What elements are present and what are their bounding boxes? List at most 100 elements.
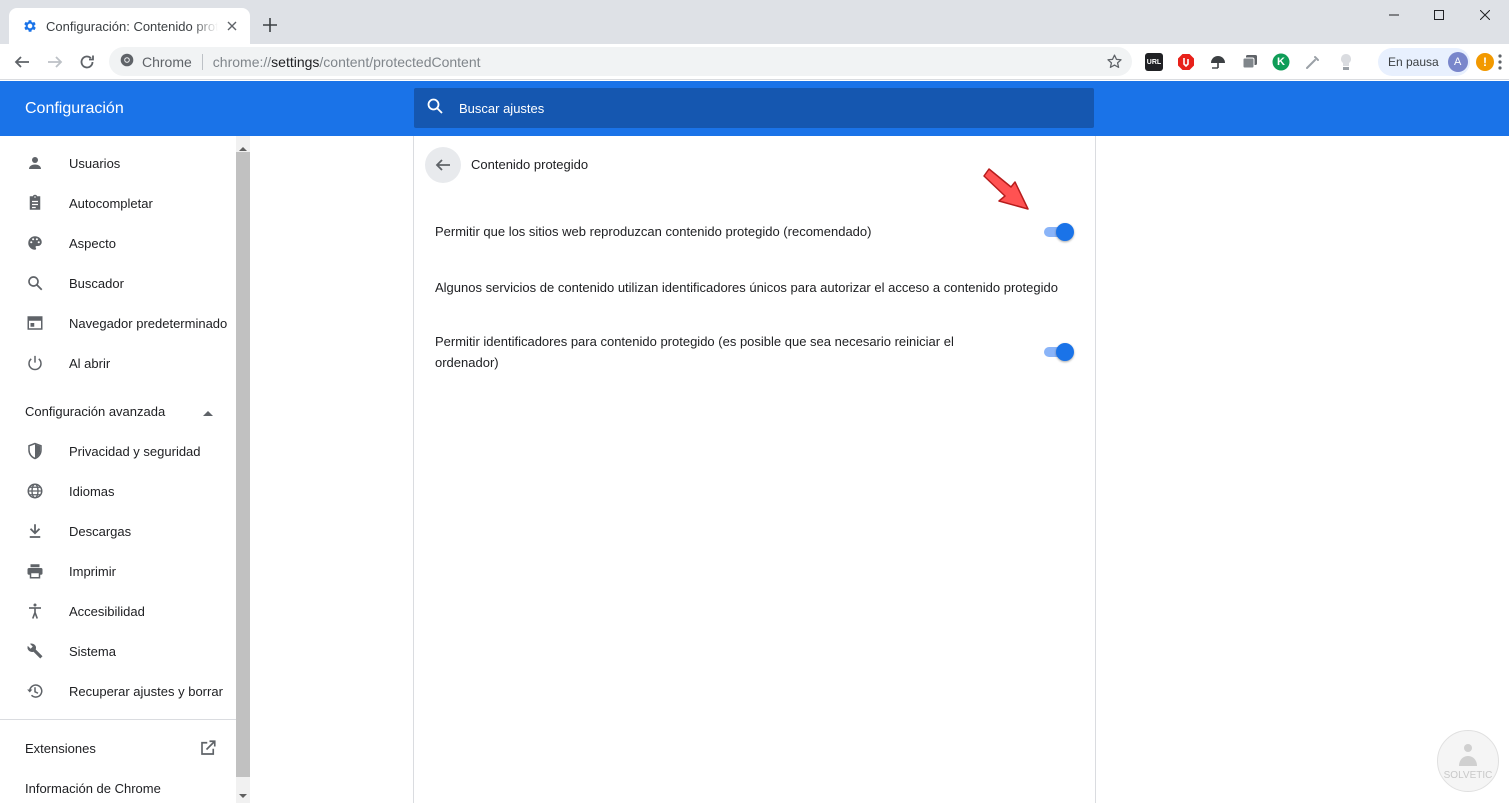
bookmark-star-icon[interactable] xyxy=(1106,53,1123,70)
power-icon xyxy=(25,353,45,373)
sidebar-item-autofill[interactable]: Autocompletar xyxy=(0,183,236,223)
sidebar-item-print[interactable]: Imprimir xyxy=(0,551,236,591)
sidebar-item-label: Idiomas xyxy=(69,483,115,499)
maximize-button[interactable] xyxy=(1416,0,1462,30)
adblock-icon[interactable] xyxy=(1176,52,1196,72)
printer-icon xyxy=(25,561,45,581)
sidebar-item-on-startup[interactable]: Al abrir xyxy=(0,343,236,383)
scroll-down-arrow-icon[interactable] xyxy=(239,787,247,798)
minimize-button[interactable] xyxy=(1371,0,1417,30)
sidebar-item-label: Autocompletar xyxy=(69,195,153,211)
k-extension-label: K xyxy=(1277,56,1285,68)
settings-header: Configuración Buscar ajustes xyxy=(0,81,1509,136)
sidebar-item-label: Al abrir xyxy=(69,355,111,371)
eyedropper-extension-icon[interactable] xyxy=(1303,52,1323,72)
search-placeholder: Buscar ajustes xyxy=(459,100,545,116)
tabs-extension-icon[interactable] xyxy=(1240,52,1260,72)
sidebar-item-privacy[interactable]: Privacidad y seguridad xyxy=(0,431,236,471)
sidebar-item-label: Sistema xyxy=(69,643,116,659)
omnibox-separator xyxy=(201,53,203,70)
shield-icon xyxy=(25,441,45,461)
person-icon xyxy=(25,153,45,173)
palette-icon xyxy=(25,233,45,253)
subpage-title: Contenido protegido xyxy=(471,157,589,172)
identifiers-info-row: Algunos servicios de contenido utilizan … xyxy=(435,277,1075,298)
url-extension-icon[interactable]: URL xyxy=(1144,52,1164,72)
sidebar-item-label: Accesibilidad xyxy=(69,603,145,619)
sidebar-divider xyxy=(0,719,236,720)
address-bar[interactable]: Chrome chrome://settings/content/protect… xyxy=(109,47,1132,76)
identifiers-toggle[interactable] xyxy=(1042,343,1074,361)
tab-settings[interactable]: Configuración: Contenido protegido xyxy=(9,8,250,44)
lightbulb-extension-icon[interactable] xyxy=(1336,52,1356,72)
sidebar-item-label: Información de Chrome xyxy=(25,780,161,796)
sidebar-item-default-browser[interactable]: Navegador predeterminado xyxy=(0,303,236,343)
url-path: /content/protectedContent xyxy=(319,53,481,70)
sidebar-item-system[interactable]: Sistema xyxy=(0,631,236,671)
sidebar-item-label: Descargas xyxy=(69,523,132,539)
page-title: Configuración xyxy=(25,100,124,117)
sidebar-item-accessibility[interactable]: Accesibilidad xyxy=(0,591,236,631)
url-extension-label: URL xyxy=(1146,58,1162,66)
sidebar-item-about-chrome[interactable]: Información de Chrome xyxy=(0,768,236,803)
sidebar-item-label: Recuperar ajustes y borrar xyxy=(69,683,223,699)
new-tab-button[interactable] xyxy=(259,14,281,36)
close-window-button[interactable] xyxy=(1462,0,1508,30)
restore-icon xyxy=(25,681,45,701)
url-host: settings xyxy=(271,53,320,70)
sidebar-item-label: Buscador xyxy=(69,275,124,291)
sidebar-item-extensions[interactable]: Extensiones xyxy=(0,728,236,768)
more-menu-icon[interactable] xyxy=(1494,52,1506,72)
protected-content-row: Permitir que los sitios web reproduzcan … xyxy=(435,221,1075,242)
alert-icon[interactable]: ! xyxy=(1476,53,1494,71)
back-button[interactable] xyxy=(8,48,36,76)
chrome-logo-icon xyxy=(120,53,134,70)
sidebar-item-label: Extensiones xyxy=(25,740,96,756)
person-logo-icon xyxy=(1459,743,1477,766)
open-in-new-icon xyxy=(199,739,217,757)
profile-status: En pausa xyxy=(1388,55,1439,69)
back-arrow-button[interactable] xyxy=(425,147,461,183)
close-tab-icon[interactable] xyxy=(224,18,240,34)
browser-toolbar: Chrome chrome://settings/content/protect… xyxy=(0,44,1509,80)
watermark-text: SOLVETIC xyxy=(1443,769,1493,781)
sidebar-scrollbar[interactable] xyxy=(236,136,250,803)
reload-button[interactable] xyxy=(73,48,101,76)
sidebar-item-users[interactable]: Usuarios xyxy=(0,143,236,183)
protected-content-label: Permitir que los sitios web reproduzcan … xyxy=(435,224,872,239)
scrollbar-thumb[interactable] xyxy=(236,152,250,777)
sidebar-item-search-engine[interactable]: Buscador xyxy=(0,263,236,303)
search-icon xyxy=(25,273,45,293)
identifiers-info-text: Algunos servicios de contenido utilizan … xyxy=(435,280,1058,295)
download-icon xyxy=(25,521,45,541)
sidebar-item-label: Usuarios xyxy=(69,155,121,171)
url-scheme: chrome:// xyxy=(212,53,272,70)
scroll-up-arrow-icon[interactable] xyxy=(239,140,247,151)
sidebar-item-label: Privacidad y seguridad xyxy=(69,443,201,459)
identifiers-row: Permitir identificadores para contenido … xyxy=(435,331,975,373)
advanced-settings-toggle[interactable]: Configuración avanzada xyxy=(0,391,236,431)
sidebar-item-languages[interactable]: Idiomas xyxy=(0,471,236,511)
sidebar-item-downloads[interactable]: Descargas xyxy=(0,511,236,551)
sidebar-item-label: Navegador predeterminado xyxy=(69,315,228,331)
tab-strip: Configuración: Contenido protegido xyxy=(0,0,1509,44)
sidebar-item-reset[interactable]: Recuperar ajustes y borrar xyxy=(0,671,236,711)
site-label: Chrome xyxy=(142,53,192,70)
wrench-icon xyxy=(25,641,45,661)
identifiers-label: Permitir identificadores para contenido … xyxy=(435,334,954,370)
accessibility-icon xyxy=(25,601,45,621)
umbrella-extension-icon[interactable] xyxy=(1208,52,1228,72)
toggle-knob xyxy=(1056,343,1074,361)
watermark-logo: SOLVETIC xyxy=(1437,730,1499,792)
annotation-arrow-icon xyxy=(983,168,1029,210)
sidebar-item-label: Imprimir xyxy=(69,563,116,579)
k-extension-icon[interactable]: K xyxy=(1271,52,1291,72)
search-input[interactable]: Buscar ajustes xyxy=(414,88,1094,128)
profile-button[interactable]: En pausa A xyxy=(1378,48,1470,76)
forward-button[interactable] xyxy=(41,48,69,76)
settings-card: Contenido protegido Permitir que los sit… xyxy=(413,136,1096,803)
sidebar-item-appearance[interactable]: Aspecto xyxy=(0,223,236,263)
protected-content-toggle[interactable] xyxy=(1042,223,1074,241)
clipboard-icon xyxy=(25,193,45,213)
advanced-settings-label: Configuración avanzada xyxy=(25,403,166,419)
